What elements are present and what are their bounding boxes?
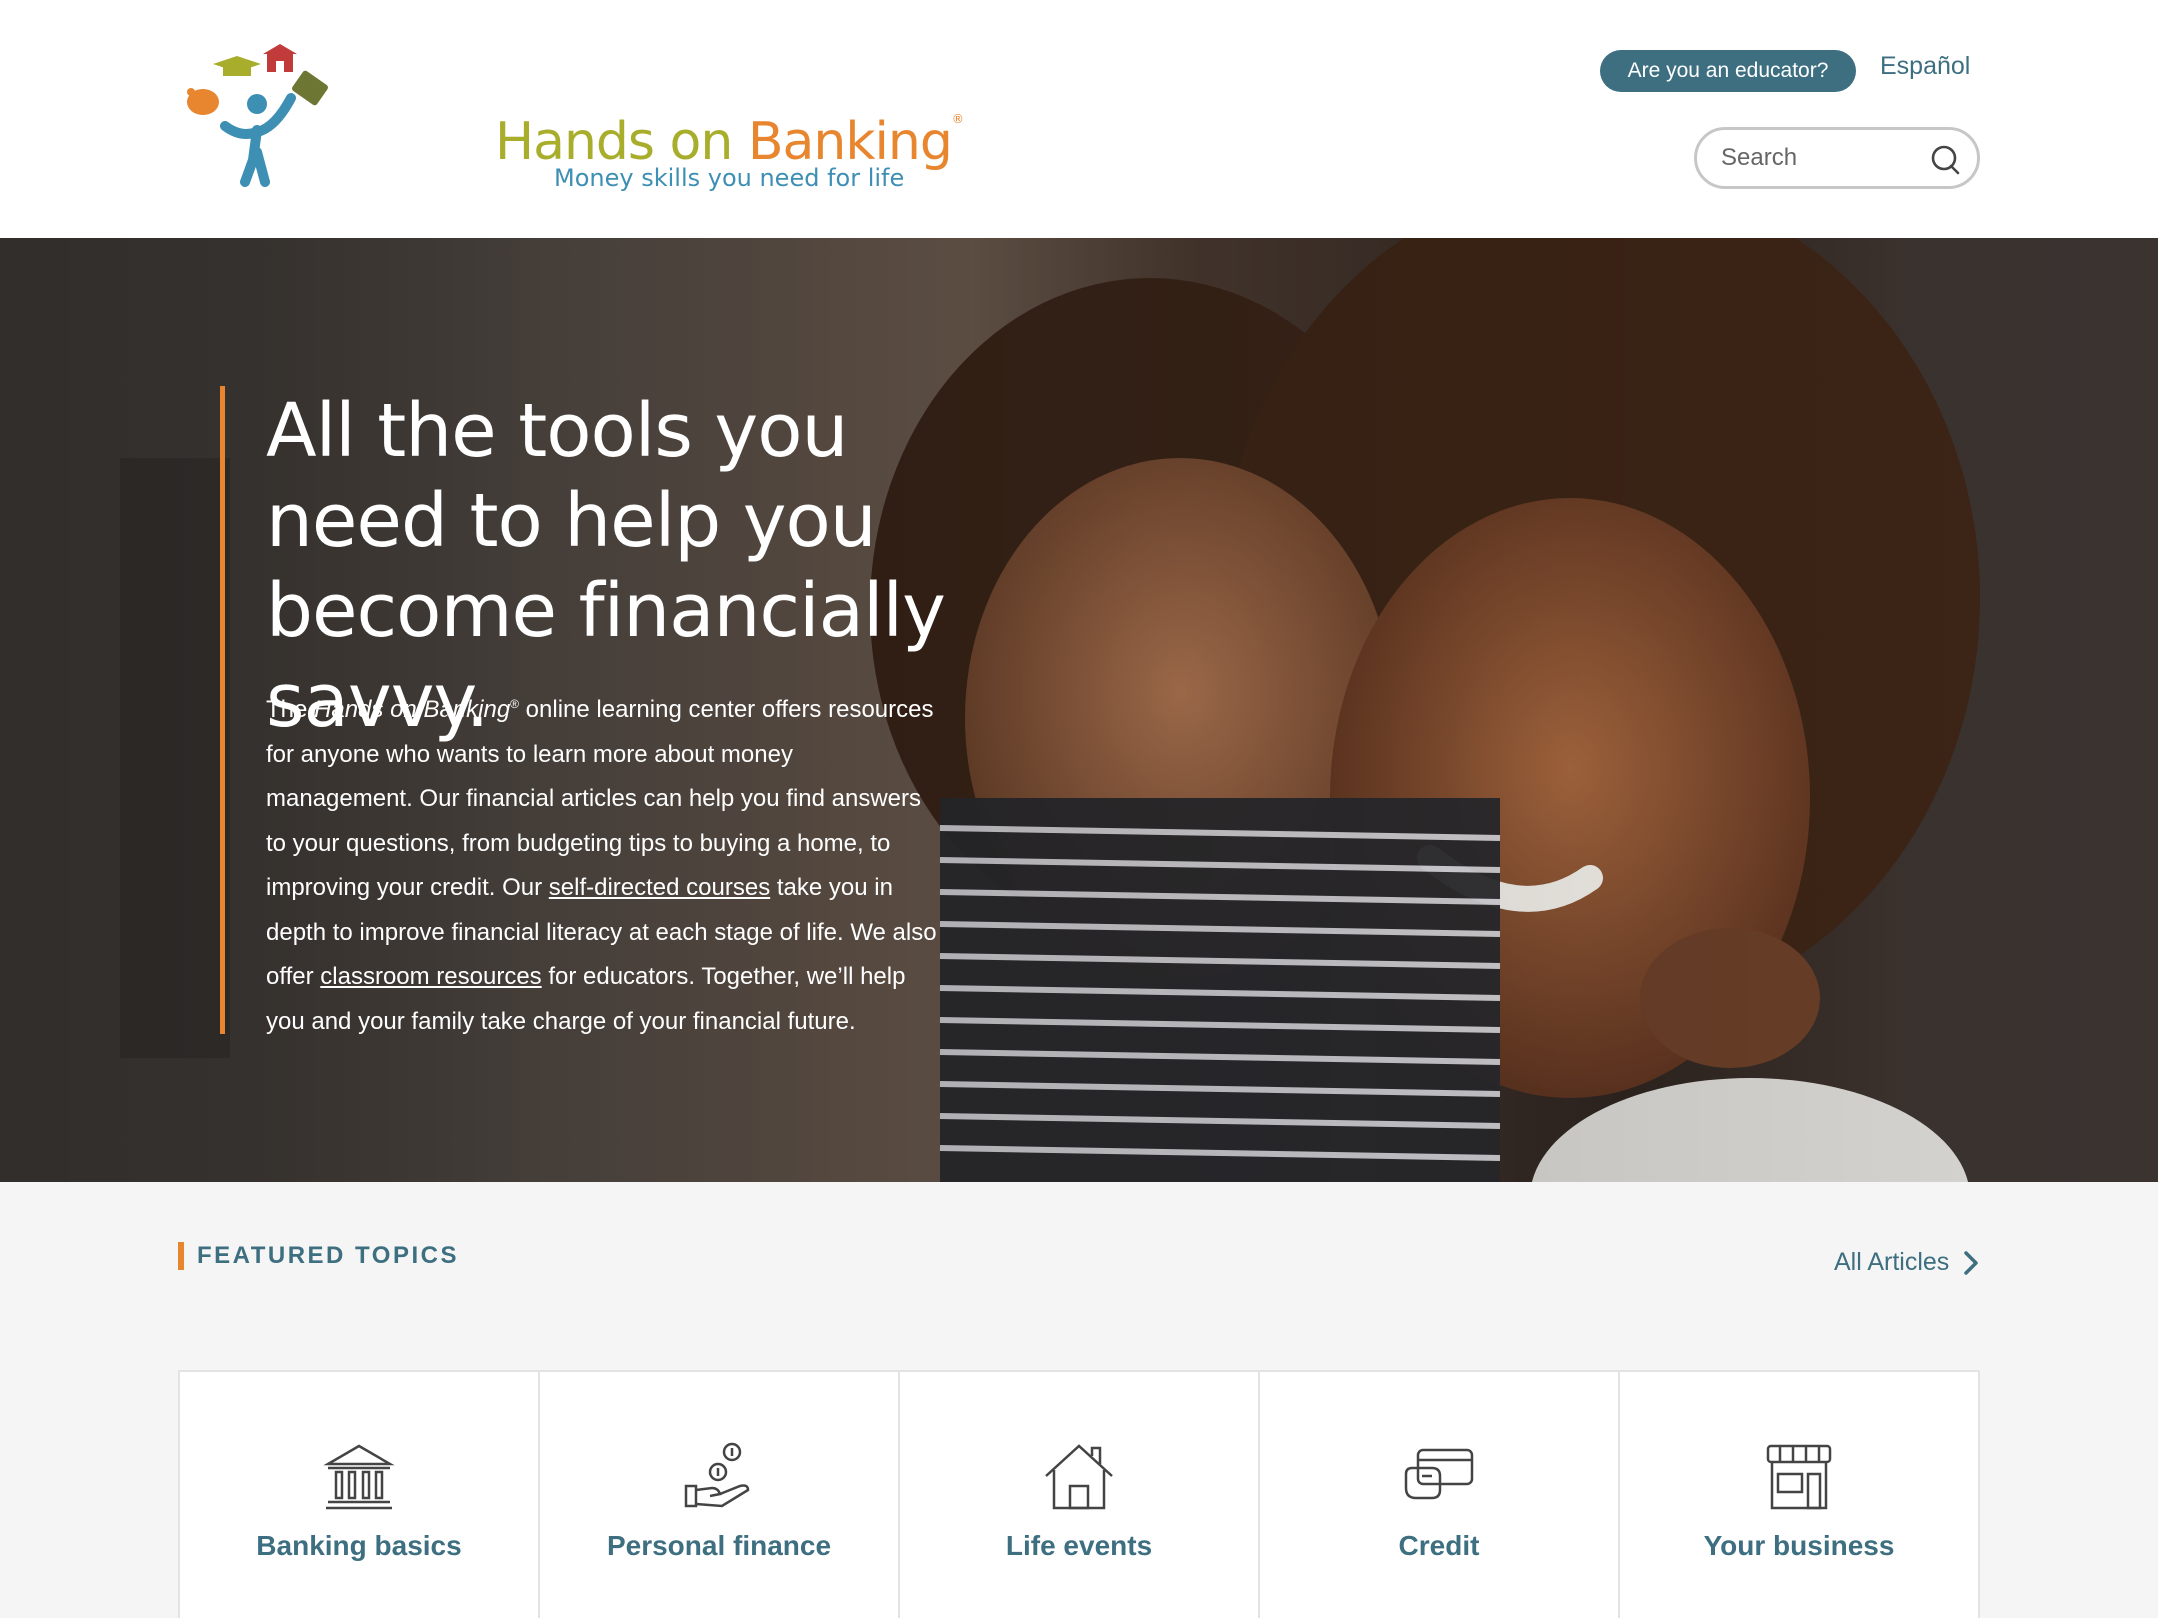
featured-topics-heading: FEATURED TOPICS <box>197 1242 459 1269</box>
all-articles-label: All Articles <box>1834 1248 1950 1276</box>
all-articles-link[interactable]: All Articles <box>1834 1248 1979 1277</box>
site-header: Hands on Banking® Money skills you need … <box>0 0 2158 238</box>
search-input[interactable] <box>1721 140 1921 176</box>
topic-card-life-events[interactable]: Life events <box>900 1372 1260 1618</box>
chevron-right-icon <box>1964 1250 1979 1275</box>
topic-label: Banking basics <box>256 1530 462 1561</box>
hero-description: The Hands on Banking® online learning ce… <box>266 696 937 1035</box>
credit-card-icon <box>1404 1448 1474 1500</box>
self-directed-courses-link[interactable]: self-directed courses <box>549 874 770 901</box>
logo-tagline: Money skills you need for life <box>554 164 905 192</box>
featured-topics-grid: Banking basics Personal finance Life eve… <box>178 1370 1980 1618</box>
topic-label: Credit <box>1398 1530 1480 1561</box>
house-icon <box>1045 1444 1113 1510</box>
hand-coins-icon <box>684 1442 750 1508</box>
educator-button[interactable]: Are you an educator? <box>1600 50 1856 92</box>
search-box <box>1694 127 1980 189</box>
logo-wordmark: Hands on Banking® <box>495 112 964 172</box>
search-icon[interactable] <box>1929 144 1961 176</box>
language-link-espanol[interactable]: Español <box>1880 52 1970 81</box>
topic-card-credit[interactable]: Credit <box>1260 1372 1620 1618</box>
topic-card-your-business[interactable]: Your business <box>1620 1372 1978 1618</box>
hero-accent-bar <box>220 386 225 1034</box>
site-logo[interactable]: Hands on Banking® Money skills you need … <box>185 42 964 192</box>
topic-card-personal-finance[interactable]: Personal finance <box>540 1372 900 1618</box>
topic-label: Your business <box>1703 1530 1895 1561</box>
bank-icon <box>323 1444 395 1510</box>
featured-accent-bar <box>178 1242 184 1270</box>
topic-label: Life events <box>1005 1530 1153 1561</box>
logo-mark-icon <box>187 44 328 187</box>
brand-name: Hands on Banking <box>314 696 511 723</box>
topic-card-banking-basics[interactable]: Banking basics <box>180 1372 540 1618</box>
classroom-resources-link[interactable]: classroom resources <box>320 963 541 990</box>
hero-section: All the tools you need to help you becom… <box>0 238 2158 1182</box>
topic-label: Personal finance <box>606 1530 832 1561</box>
storefront-icon <box>1766 1444 1832 1510</box>
